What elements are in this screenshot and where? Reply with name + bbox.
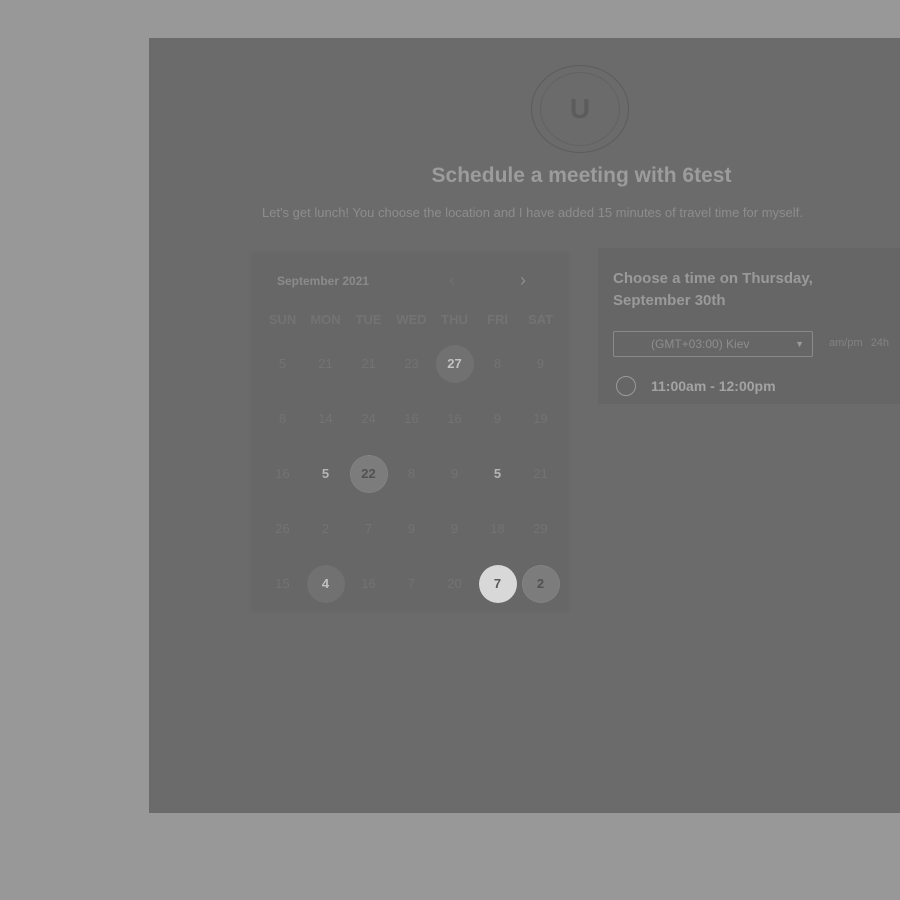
calendar-day: 9: [536, 356, 545, 371]
caret-down-icon: ▼: [795, 339, 804, 349]
calendar-day: 7: [364, 521, 373, 536]
calendar-day: 16: [361, 576, 376, 591]
calendar-day: 16: [404, 411, 419, 426]
weekday-label: WED: [396, 312, 427, 327]
calendar-day: 29: [533, 521, 548, 536]
calendar-month-label: September 2021: [277, 274, 370, 288]
calendar-day: 9: [493, 411, 502, 426]
calendar-day-available[interactable]: 22: [347, 446, 390, 501]
format-ampm-option[interactable]: am/pm: [829, 337, 863, 349]
calendar-day: 18: [490, 521, 505, 536]
weekday-label: TUE: [355, 312, 382, 327]
timezone-value: (GMT+03:00) Kiev: [651, 337, 750, 351]
calendar-day: 9: [407, 521, 416, 536]
calendar-day: 8: [493, 356, 502, 371]
radio-icon[interactable]: [616, 376, 636, 396]
scheduling-panel: U Schedule a meeting with 6test Let's ge…: [149, 38, 900, 813]
calendar-day: 9: [450, 466, 459, 481]
calendar-day: 24: [361, 411, 376, 426]
calendar-day: 16: [275, 466, 290, 481]
calendar-day: 20: [447, 576, 462, 591]
weekday-label: SUN: [268, 312, 297, 327]
calendar-day: 21: [318, 356, 333, 371]
format-24h-option[interactable]: 24h: [871, 337, 889, 349]
page-subtitle: Let's get lunch! You choose the location…: [262, 205, 803, 220]
chevron-right-icon[interactable]: ›: [513, 270, 533, 290]
time-picker: Choose a time on Thursday, September 30t…: [598, 248, 900, 404]
calendar-day: 26: [275, 521, 290, 536]
calendar-day: 5: [278, 356, 287, 371]
calendar-day: 19: [533, 411, 548, 426]
timezone-select[interactable]: (GMT+03:00) Kiev ▼: [613, 331, 813, 357]
calendar-day: 21: [361, 356, 376, 371]
calendar-day: 14: [318, 411, 333, 426]
weekday-label: SAT: [527, 312, 554, 327]
calendar: September 2021 ‹ › SUN MON TUE WED THU F…: [252, 254, 568, 610]
calendar-day: 23: [404, 356, 419, 371]
calendar-day-available[interactable]: 5: [476, 446, 519, 501]
calendar-day: 7: [407, 576, 416, 591]
avatar-letter: U: [540, 72, 620, 146]
time-slot-label: 11:00am - 12:00pm: [651, 378, 776, 394]
weekday-label: MON: [310, 312, 341, 327]
weekday-header: SUN MON TUE WED THU FRI SAT: [261, 312, 561, 327]
calendar-day: 9: [450, 521, 459, 536]
calendar-day-available[interactable]: 2: [519, 556, 562, 611]
weekday-label: FRI: [487, 312, 508, 327]
avatar: U: [531, 65, 629, 153]
chevron-left-icon[interactable]: ‹: [442, 270, 462, 290]
calendar-day: 21: [533, 466, 548, 481]
calendar-day: 2: [321, 521, 330, 536]
calendar-day-available[interactable]: 5: [304, 446, 347, 501]
calendar-day-available[interactable]: 4: [304, 556, 347, 611]
calendar-day: 8: [278, 411, 287, 426]
time-slot[interactable]: 11:00am - 12:00pm: [616, 376, 776, 396]
calendar-day-selected[interactable]: 7: [476, 556, 519, 611]
calendar-day-available[interactable]: 27: [433, 336, 476, 391]
calendar-day-grid: 5 21 21 23 27 8 9 8 14 24 16 16 9 19 16 …: [261, 336, 562, 611]
calendar-day: 8: [407, 466, 416, 481]
page-title: Schedule a meeting with 6test: [431, 164, 732, 187]
weekday-label: THU: [441, 312, 468, 327]
time-picker-heading: Choose a time on Thursday, September 30t…: [613, 270, 813, 309]
calendar-day: 15: [275, 576, 290, 591]
time-format-toggle: am/pm 24h: [829, 337, 894, 349]
calendar-day: 16: [447, 411, 462, 426]
